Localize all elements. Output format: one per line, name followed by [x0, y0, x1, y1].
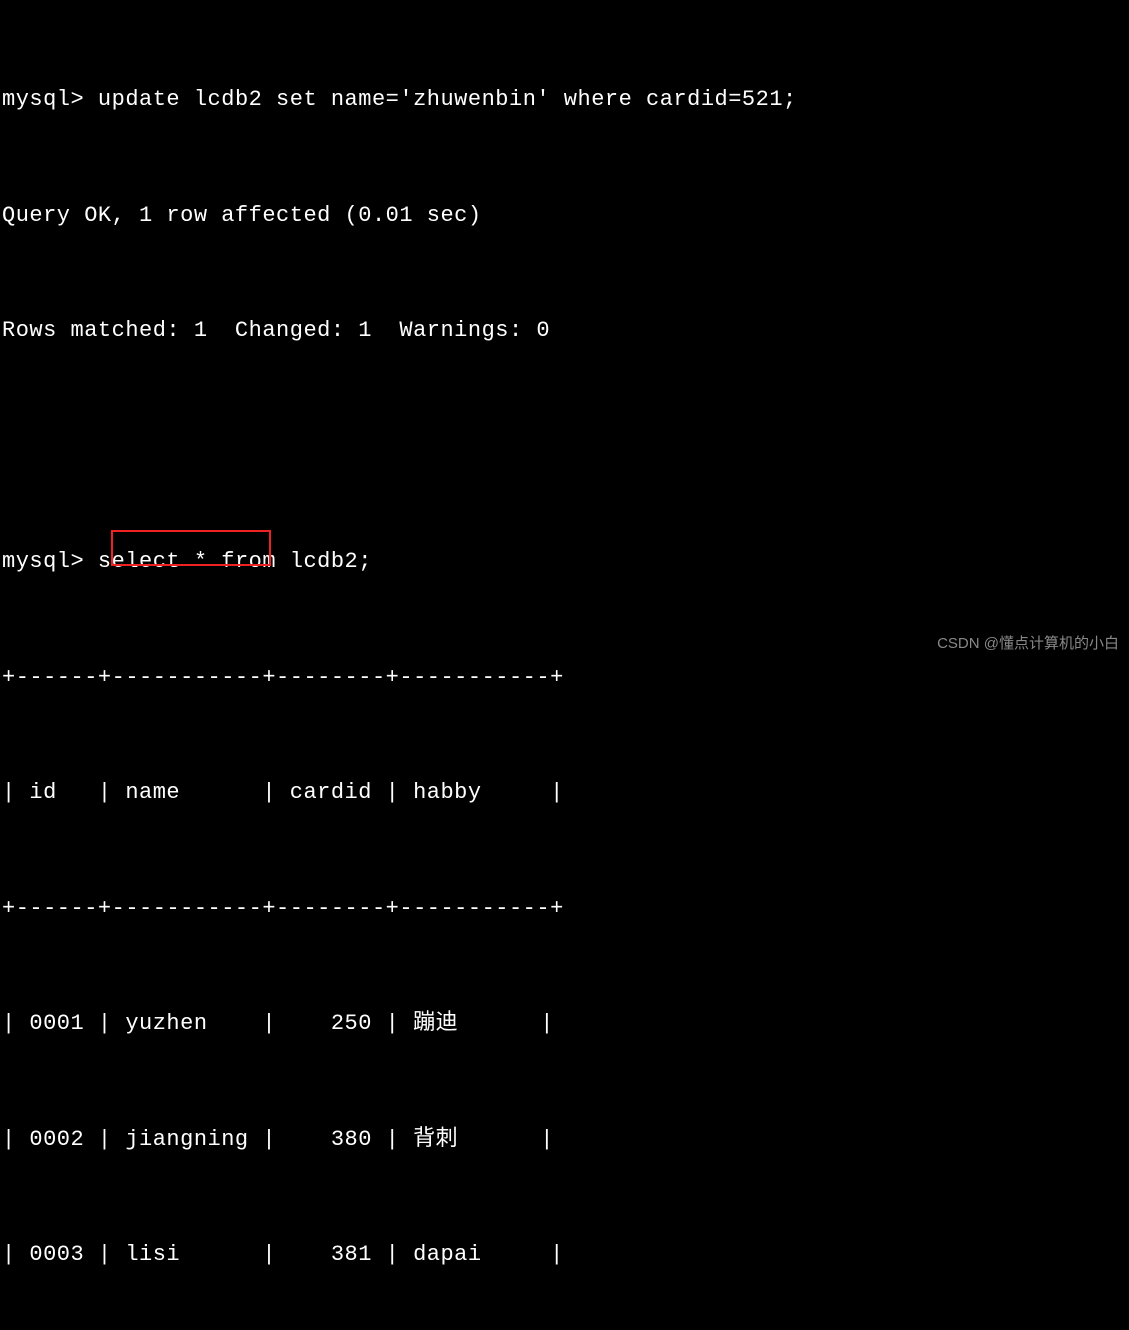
table-row: | 0002 | jiangning | 380 | 背刺 | — [2, 1121, 1127, 1160]
select-command: select * from lcdb2; — [98, 549, 372, 574]
table-border-header: +------+-----------+--------+-----------… — [2, 890, 1127, 929]
blank-line — [2, 428, 1127, 467]
update-result-line1: Query OK, 1 row affected (0.01 sec) — [2, 197, 1127, 236]
table-header: | id | name | cardid | habby | — [2, 774, 1127, 813]
update-result-line2: Rows matched: 1 Changed: 1 Warnings: 0 — [2, 312, 1127, 351]
terminal-output: mysql> update lcdb2 set name='zhuwenbin'… — [2, 4, 1127, 1330]
prompt: mysql> — [2, 87, 84, 112]
table-border-top: +------+-----------+--------+-----------… — [2, 659, 1127, 698]
table-row: | 0003 | lisi | 381 | dapai | — [2, 1236, 1127, 1275]
table-row: | 0001 | yuzhen | 250 | 蹦迪 | — [2, 1005, 1127, 1044]
watermark: CSDN @懂点计算机的小白 — [937, 631, 1119, 657]
prompt: mysql> — [2, 549, 84, 574]
command-line-update: mysql> update lcdb2 set name='zhuwenbin'… — [2, 81, 1127, 120]
update-command: update lcdb2 set name='zhuwenbin' where … — [98, 87, 797, 112]
command-line-select: mysql> select * from lcdb2; — [2, 543, 1127, 582]
